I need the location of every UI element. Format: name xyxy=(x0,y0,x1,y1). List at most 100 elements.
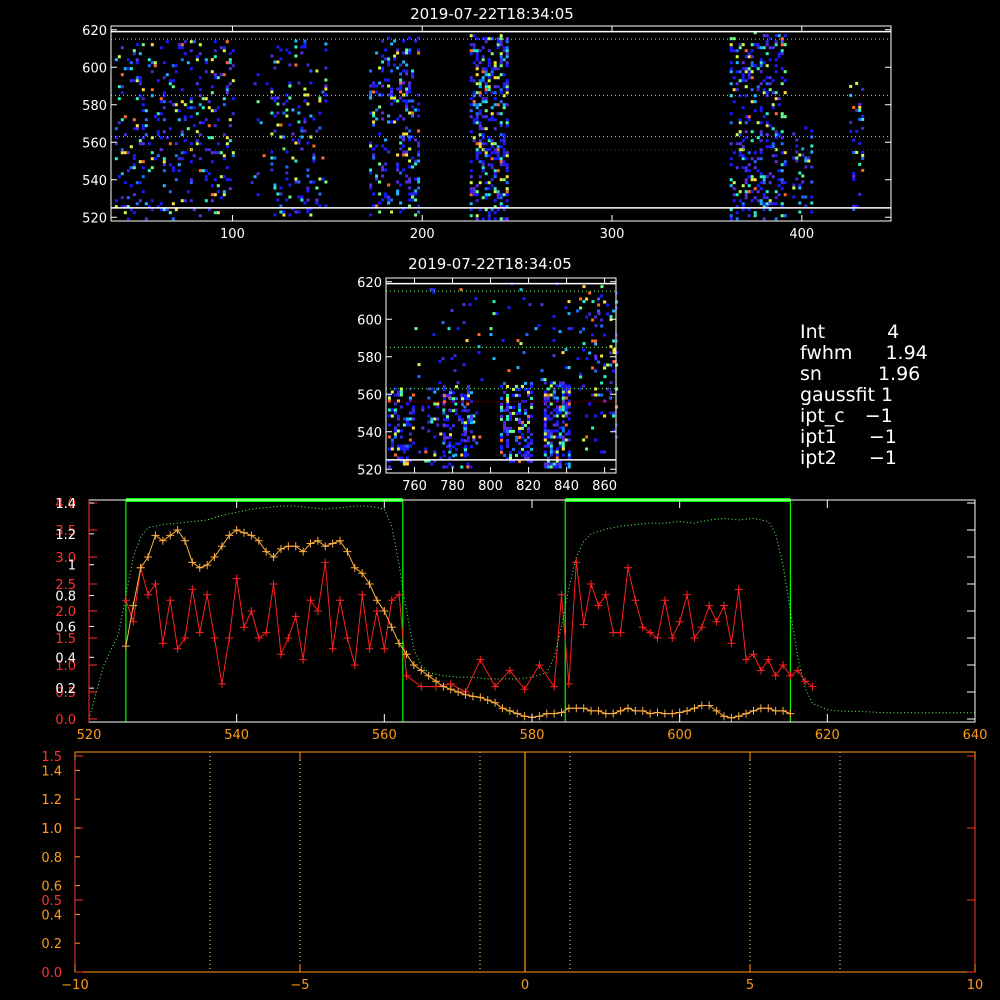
intensity-pixel xyxy=(478,121,482,125)
intensity-pixel xyxy=(303,120,307,124)
intensity-pixel xyxy=(506,444,509,448)
intensity-pixel xyxy=(216,76,220,80)
intensity-pixel xyxy=(279,192,283,196)
intensity-pixel xyxy=(765,124,769,128)
intensity-pixel xyxy=(469,43,473,47)
intensity-pixel xyxy=(273,129,277,133)
intensity-pixel xyxy=(393,408,397,412)
intensity-pixel xyxy=(505,88,509,92)
intensity-pixel xyxy=(558,411,562,415)
x-tick-label: 800 xyxy=(478,479,503,494)
intensity-pixel xyxy=(216,190,220,194)
intensity-pixel xyxy=(783,43,787,47)
intensity-pixel xyxy=(741,43,745,47)
intensity-pixel xyxy=(777,193,781,197)
intensity-pixel xyxy=(204,70,208,74)
intensity-pixel xyxy=(180,157,184,161)
intensity-pixel xyxy=(600,294,604,298)
intensity-pixel xyxy=(312,144,316,148)
intensity-pixel xyxy=(120,172,124,176)
intensity-pixel xyxy=(518,405,521,409)
intensity-pixel xyxy=(384,162,388,166)
intensity-pixel xyxy=(189,115,193,119)
intensity-pixel xyxy=(390,414,394,418)
intensity-pixel xyxy=(735,133,739,137)
intensity-pixel xyxy=(411,72,415,76)
intensity-pixel xyxy=(231,64,235,68)
intensity-pixel xyxy=(502,49,506,53)
intensity-pixel xyxy=(549,453,553,457)
intensity-pixel xyxy=(384,48,388,52)
intensity-pixel xyxy=(276,60,280,64)
intensity-pixel xyxy=(469,109,473,113)
intensity-pixel xyxy=(505,151,509,155)
intensity-pixel xyxy=(777,169,781,173)
intensity-pixel xyxy=(129,79,133,83)
intensity-pixel xyxy=(171,103,175,107)
intensity-pixel xyxy=(810,150,814,154)
y-tick-label-orange: 0.6 xyxy=(41,880,62,895)
intensity-pixel xyxy=(452,391,455,395)
intensity-pixel xyxy=(735,55,739,59)
intensity-pixel xyxy=(467,418,470,422)
intensity-pixel xyxy=(552,414,556,418)
intensity-pixel xyxy=(321,177,325,181)
intensity-pixel xyxy=(135,43,139,47)
intensity-pixel xyxy=(183,115,187,119)
intensity-pixel xyxy=(594,324,598,328)
intensity-pixel xyxy=(177,118,181,122)
intensity-pixel xyxy=(558,432,562,436)
intensity-pixel xyxy=(285,198,289,202)
intensity-pixel xyxy=(738,190,742,194)
intensity-pixel xyxy=(783,115,787,119)
intensity-pixel xyxy=(505,193,509,197)
intensity-pixel xyxy=(527,420,530,424)
intensity-pixel xyxy=(189,142,193,146)
intensity-pixel xyxy=(165,73,169,77)
intensity-pixel xyxy=(594,438,598,442)
intensity-pixel xyxy=(502,139,506,143)
intensity-pixel xyxy=(399,72,403,76)
intensity-pixel xyxy=(318,96,322,100)
info-value: 1.94 xyxy=(885,342,928,364)
intensity-pixel xyxy=(732,49,736,53)
intensity-pixel xyxy=(270,132,274,136)
intensity-pixel xyxy=(597,360,601,364)
intensity-pixel xyxy=(801,195,805,199)
intensity-pixel xyxy=(487,139,491,143)
intensity-pixel xyxy=(530,384,533,388)
intensity-pixel xyxy=(411,426,415,430)
intensity-pixel xyxy=(738,133,742,137)
intensity-pixel xyxy=(198,157,202,161)
intensity-pixel xyxy=(171,202,175,206)
intensity-pixel xyxy=(478,151,482,155)
intensity-pixel xyxy=(567,429,571,433)
intensity-pixel xyxy=(777,34,781,38)
intensity-pixel xyxy=(738,46,742,50)
intensity-pixel xyxy=(285,165,289,169)
intensity-pixel xyxy=(499,157,503,161)
intensity-pixel xyxy=(505,217,509,221)
intensity-pixel xyxy=(446,436,449,440)
intensity-pixel xyxy=(512,405,515,409)
intensity-pixel xyxy=(499,88,503,92)
intensity-pixel xyxy=(585,315,589,319)
intensity-pixel xyxy=(414,138,418,142)
intensity-pixel xyxy=(561,414,565,418)
intensity-pixel xyxy=(768,199,772,203)
intensity-pixel xyxy=(303,99,307,103)
intensity-pixel xyxy=(120,118,124,122)
intensity-pixel xyxy=(195,130,199,134)
intensity-pixel xyxy=(387,183,391,187)
intensity-pixel xyxy=(492,357,496,361)
intensity-pixel xyxy=(484,85,488,89)
intensity-pixel xyxy=(417,150,421,154)
intensity-pixel xyxy=(594,369,598,373)
intensity-pixel xyxy=(609,363,613,367)
intensity-pixel xyxy=(478,181,482,185)
intensity-pixel xyxy=(741,166,745,170)
intensity-pixel xyxy=(753,151,757,155)
intensity-pixel xyxy=(501,339,505,343)
intensity-pixel xyxy=(753,211,757,215)
intensity-pixel xyxy=(567,450,571,454)
